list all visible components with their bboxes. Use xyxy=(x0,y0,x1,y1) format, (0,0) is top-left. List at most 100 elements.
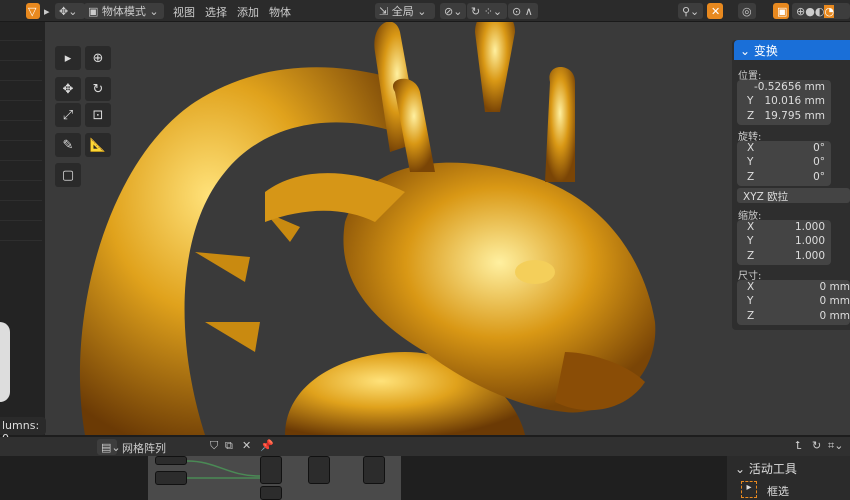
location-z-field[interactable]: Z 19.795 mm xyxy=(737,110,831,125)
pin-icon[interactable]: 📌 xyxy=(260,439,274,452)
scale-x-field[interactable]: X 1.000 xyxy=(737,221,831,236)
fake-user-shield-icon[interactable]: ⛉ xyxy=(210,439,218,453)
node-tree-browse-icon[interactable]: ▤⌄ xyxy=(97,439,121,455)
shading-modes[interactable]: ⊕ ● ◐ ◔ xyxy=(792,3,850,19)
node-canvas[interactable] xyxy=(0,456,850,500)
dimensions-x-value: 0 mm xyxy=(819,281,850,293)
node[interactable] xyxy=(155,471,187,485)
dimensions-y-field[interactable]: Y 0 mm xyxy=(737,295,850,310)
axis-label: Y xyxy=(747,235,754,247)
annotate-tool[interactable]: ✎ xyxy=(55,133,81,157)
menu-select[interactable]: 选择 xyxy=(205,4,227,20)
rotation-x-field[interactable]: X 0° xyxy=(737,142,831,157)
rotation-z-value: 0° xyxy=(813,171,825,183)
node-tree-name[interactable]: 网格阵列 xyxy=(122,440,166,456)
3d-viewport[interactable]: ▸ ⊕ ✥ ↻ ⤢ ⊡ ✎ 📐 ▢ xyxy=(45,22,850,435)
axis-label: Y xyxy=(747,95,754,107)
axis-label: Y xyxy=(747,156,754,168)
scale-fields: X 1.000 Y 1.000 Z 1.000 xyxy=(737,220,831,265)
axis-label: Z xyxy=(747,110,755,122)
scale-z-field[interactable]: Z 1.000 xyxy=(737,250,831,265)
axis-label: Z xyxy=(747,250,755,262)
axis-label: Z xyxy=(747,310,755,322)
dragon-render xyxy=(79,22,656,435)
location-x-field[interactable]: -0.52656 mm xyxy=(737,81,831,96)
wireframe-icon[interactable]: ⊕ xyxy=(796,5,805,18)
node[interactable] xyxy=(363,456,385,484)
scale-x-value: 1.000 xyxy=(794,221,825,233)
material-icon[interactable]: ◐ xyxy=(815,5,825,18)
gizmo-toggle[interactable]: ✕ xyxy=(707,3,723,19)
menu-object[interactable]: 物体 xyxy=(269,4,291,20)
status-text: lumns: 0 xyxy=(0,417,46,445)
rotation-x-value: 0° xyxy=(813,142,825,154)
transform-header[interactable]: ⌄ 变换 xyxy=(734,40,850,60)
axis-label: Y xyxy=(747,295,754,307)
dimensions-fields: X 0 mm Y 0 mm Z 0 mm xyxy=(737,280,850,325)
scale-tool[interactable]: ⤢ xyxy=(55,103,81,127)
menu-add[interactable]: 添加 xyxy=(237,4,259,20)
mode-dropdown[interactable]: ▣ 物体模式 ⌄ xyxy=(84,3,164,19)
axis-label: X xyxy=(747,281,755,293)
active-tool-header[interactable]: ⌄ 活动工具 xyxy=(735,460,797,477)
measure-tool[interactable]: 📐 xyxy=(85,133,111,157)
overlay-toggle[interactable]: ◎ xyxy=(738,3,756,19)
parent-icon[interactable]: ⮤ xyxy=(795,439,802,453)
snap-dropdown[interactable]: ↻ ⁘⌄ xyxy=(467,3,507,19)
node[interactable] xyxy=(260,486,282,500)
rendered-icon[interactable]: ◔ xyxy=(824,4,835,18)
close-icon[interactable]: ✕ xyxy=(242,439,251,452)
location-x-value: -0.52656 mm xyxy=(753,81,825,93)
xray-toggle[interactable]: ▣ xyxy=(773,3,789,19)
location-y-field[interactable]: Y 10.016 mm xyxy=(737,95,831,110)
axis-label: X xyxy=(747,142,755,154)
node-link xyxy=(187,460,261,479)
node-editor-header: ▤⌄ 网格阵列 ⛉ ⧉ ✕ 📌 ⮤ ↻ ⌗⌄ xyxy=(0,437,850,456)
select-box-tool[interactable]: ▸ xyxy=(55,46,81,70)
axis-label: X xyxy=(747,221,755,233)
add-cube-tool[interactable]: ▢ xyxy=(55,163,81,187)
header-bar: ▸ ▽ ✥⌄ ▣ 物体模式 ⌄ 视图 选择 添加 物体 ⇲ 全局 ⌄ ⊘⌄ ↻ … xyxy=(0,0,850,22)
duplicate-icon[interactable]: ⧉ xyxy=(225,439,233,453)
scale-y-field[interactable]: Y 1.000 xyxy=(737,235,831,250)
menu-view[interactable]: 视图 xyxy=(173,4,195,20)
location-y-value: 10.016 mm xyxy=(764,95,825,107)
dimensions-y-value: 0 mm xyxy=(819,295,850,307)
dimensions-x-field[interactable]: X 0 mm xyxy=(737,281,850,296)
proportional-edit-button[interactable]: ⊙ ∧ xyxy=(508,3,538,19)
location-fields: -0.52656 mm Y 10.016 mm Z 19.795 mm xyxy=(737,80,831,125)
node[interactable] xyxy=(260,456,282,484)
rotate-tool[interactable]: ↻ xyxy=(85,77,111,101)
transform-title: 变换 xyxy=(753,44,778,58)
rotation-mode-dropdown[interactable]: XYZ 欧拉 xyxy=(737,188,850,203)
cursor-tool[interactable]: ⊕ xyxy=(85,46,111,70)
active-tool-panel: ⌄ 活动工具 ▸ 框选 xyxy=(727,456,850,500)
select-arrow-icon[interactable]: ▸ xyxy=(40,3,54,19)
outliner-panel xyxy=(0,22,45,435)
mode-icon: ▣ xyxy=(88,4,102,18)
rotation-z-field[interactable]: Z 0° xyxy=(737,171,831,186)
scale-z-value: 1.000 xyxy=(794,250,825,262)
mode-label: 物体模式 xyxy=(101,5,146,18)
select-box-icon[interactable]: ▸ xyxy=(741,481,757,498)
orientation-label: 全局 xyxy=(391,5,414,18)
node[interactable] xyxy=(308,456,330,484)
axis-label: Z xyxy=(747,171,755,183)
pivot-dropdown[interactable]: ⊘⌄ xyxy=(440,3,466,19)
node[interactable] xyxy=(155,456,187,465)
dimensions-z-value: 0 mm xyxy=(819,310,850,322)
dimensions-z-field[interactable]: Z 0 mm xyxy=(737,310,850,325)
transform-tool[interactable]: ⊡ xyxy=(85,103,111,127)
move-tool[interactable]: ✥ xyxy=(55,77,81,101)
visibility-dropdown[interactable]: ⚲⌄ xyxy=(678,3,703,19)
rotation-y-field[interactable]: Y 0° xyxy=(737,156,831,171)
grid-icon[interactable]: ⌗⌄ xyxy=(828,439,843,453)
scale-y-value: 1.000 xyxy=(794,235,825,247)
filter-icon[interactable]: ▽ xyxy=(26,3,40,19)
location-z-value: 19.795 mm xyxy=(764,110,825,122)
solid-icon[interactable]: ● xyxy=(805,5,815,18)
rotation-fields: X 0° Y 0° Z 0° xyxy=(737,141,831,186)
snap-icon[interactable]: ↻ xyxy=(812,439,821,452)
transform-orientation-dropdown[interactable]: ⇲ 全局 ⌄ xyxy=(375,3,435,19)
editor-type-dropdown[interactable]: ✥⌄ xyxy=(55,3,85,19)
